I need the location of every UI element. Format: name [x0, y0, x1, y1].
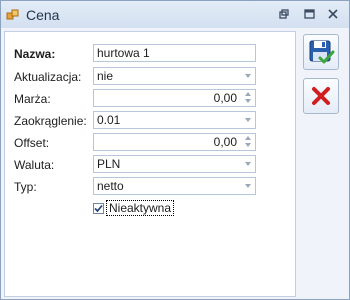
type-value: netto — [97, 179, 124, 193]
chevron-down-icon — [245, 162, 251, 166]
chevron-down-icon — [245, 74, 251, 78]
name-value: hurtowa 1 — [97, 46, 150, 60]
name-input[interactable]: hurtowa 1 — [93, 44, 256, 62]
type-label: Typ: — [14, 180, 37, 194]
update-label: Aktualizacja: — [14, 70, 82, 84]
update-value: nie — [97, 69, 114, 83]
floppy-disk-check-icon — [309, 40, 335, 64]
chevron-down-icon — [245, 184, 251, 188]
rounding-value: 0.01 — [97, 113, 121, 127]
restore-icon — [279, 9, 289, 19]
offset-label: Offset: — [14, 136, 50, 150]
close-icon — [328, 9, 338, 19]
chevron-down-icon — [245, 118, 251, 122]
price-dialog: Cena Nazwa: hurtowa 1 Aktualizacja: nie … — [0, 0, 350, 300]
margin-label: Marża: — [14, 92, 51, 106]
close-button[interactable] — [323, 5, 343, 23]
update-select[interactable]: nie — [93, 67, 256, 85]
type-select[interactable]: netto — [93, 177, 256, 195]
checkbox-box[interactable] — [93, 202, 104, 214]
spinner-arrows-icon[interactable] — [244, 91, 252, 105]
red-x-icon — [312, 87, 330, 105]
save-button[interactable] — [303, 34, 339, 70]
maximize-button[interactable] — [299, 5, 319, 23]
margin-stepper[interactable]: 0,00 — [93, 89, 256, 107]
window-title: Cena — [26, 7, 60, 23]
rounding-select[interactable]: 0.01 — [93, 111, 256, 129]
currency-value: PLN — [97, 157, 121, 171]
inactive-checkbox[interactable]: Nieaktywna — [93, 200, 175, 216]
rounding-label: Zaokrąglenie: — [14, 114, 87, 128]
offset-value: 0,00 — [213, 135, 237, 149]
form-panel: Nazwa: hurtowa 1 Aktualizacja: nie Marża… — [4, 31, 296, 297]
spinner-arrows-icon[interactable] — [244, 135, 252, 149]
price-tag-icon — [6, 9, 19, 20]
maximize-icon — [303, 9, 315, 19]
cancel-button[interactable] — [303, 78, 339, 114]
offset-stepper[interactable]: 0,00 — [93, 133, 256, 151]
restore-button[interactable] — [274, 5, 294, 23]
currency-select[interactable]: PLN — [93, 155, 256, 173]
title-bar[interactable]: Cena — [1, 1, 349, 28]
margin-value: 0,00 — [213, 91, 237, 105]
currency-label: Waluta: — [14, 158, 55, 172]
checkmark-icon — [94, 204, 103, 212]
inactive-label: Nieaktywna — [106, 200, 175, 216]
name-label: Nazwa: — [14, 47, 56, 61]
